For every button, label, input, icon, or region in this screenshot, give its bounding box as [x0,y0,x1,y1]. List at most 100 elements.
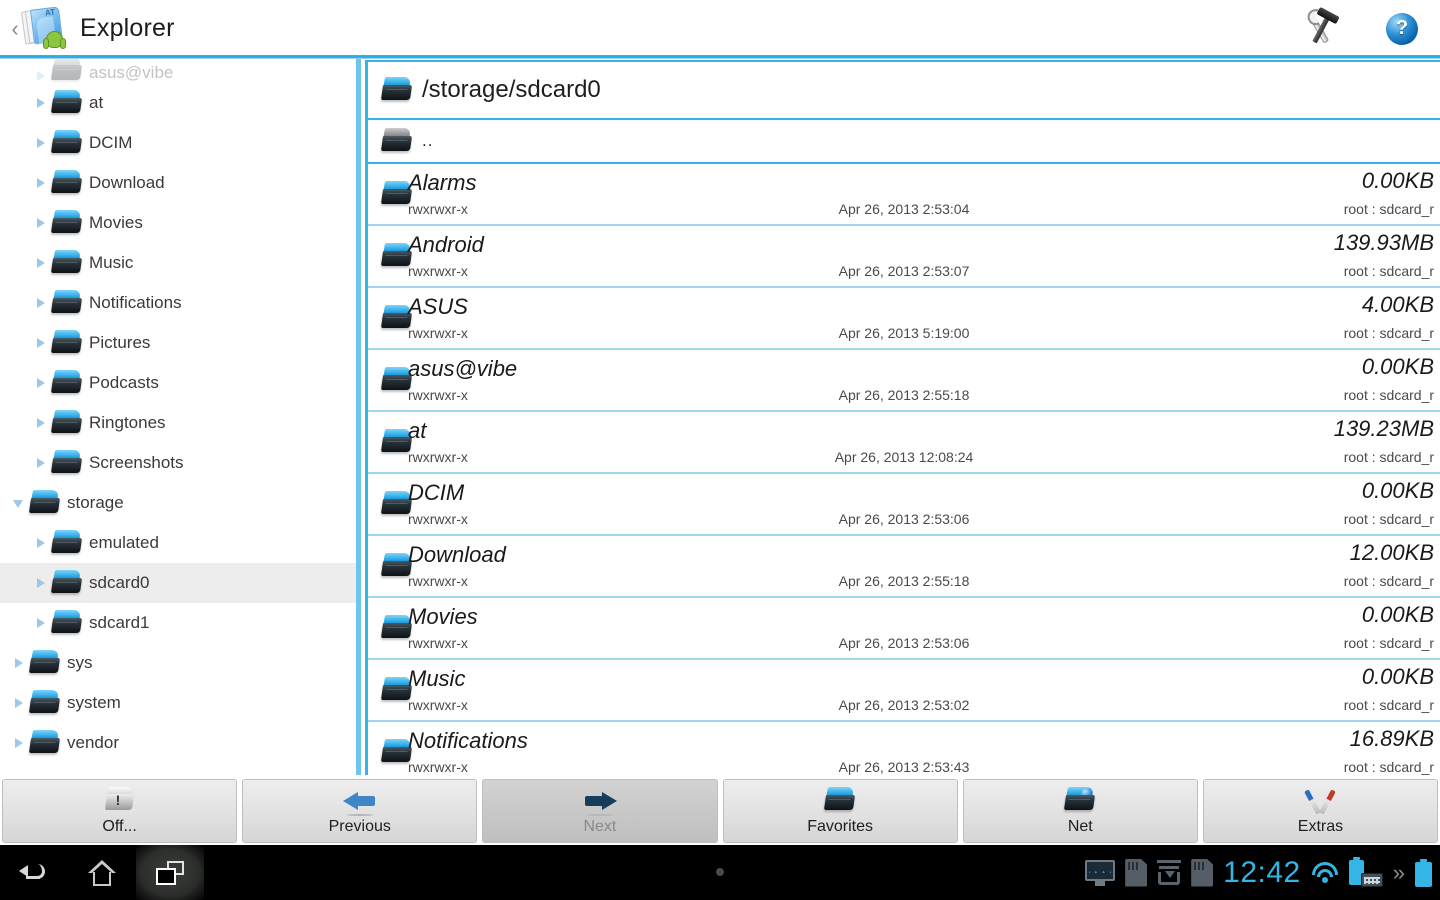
sidebar-item-at[interactable]: at [0,83,356,123]
bottom-toolbar[interactable]: ! Off... Previous Next Favorites Net Extras [0,777,1440,845]
file-row[interactable]: asus@vibe rwxrwxr-x Apr 26, 2013 2:55:18 0.… [368,350,1440,412]
favorites-button[interactable]: Favorites [722,779,958,843]
folder-net-icon [1064,786,1096,816]
tools-icon[interactable] [1300,9,1340,49]
file-row[interactable]: at rwxrwxr-x Apr 26, 2013 12:08:24 139.23MB… [368,412,1440,474]
parent-directory-row[interactable]: .. [368,120,1440,164]
file-name: ASUS [408,294,468,319]
chevron-right-icon[interactable] [34,136,48,150]
file-date: Apr 26, 2013 2:53:06 [838,635,970,651]
toolbar-button-label: Previous [328,818,391,835]
sidebar-item-sdcard0[interactable]: sdcard0 [0,563,356,603]
file-name: DCIM [408,480,465,505]
sidebar-item-label: Pictures [89,333,151,352]
recents-button[interactable] [136,845,204,900]
path-bar[interactable]: /storage/sdcard0 [368,62,1440,120]
sidebar-item-podcasts[interactable]: Podcasts [0,363,356,403]
chevron-right-icon[interactable] [34,616,48,630]
sidebar-item-ringtones[interactable]: Ringtones [0,403,356,443]
file-owner: root : sdcard_r [1343,511,1434,527]
sidebar-item-notifications[interactable]: Notifications [0,283,356,323]
sidebar-item-label: at [89,93,104,112]
file-row[interactable]: ASUS rwxrwxr-x Apr 26, 2013 5:19:00 4.00KB r… [368,288,1440,350]
file-row[interactable]: DCIM rwxrwxr-x Apr 26, 2013 2:53:06 0.00KB r… [368,474,1440,536]
file-owner: root : sdcard_r [1343,573,1434,589]
file-date: Apr 26, 2013 2:53:07 [838,263,970,279]
file-row[interactable]: Android rwxrwxr-x Apr 26, 2013 2:53:07 139.… [368,226,1440,288]
chevron-right-icon[interactable] [34,216,48,230]
folder-icon [28,690,61,716]
sidebar-item-sdcard1[interactable]: sdcard1 [0,603,356,643]
file-row[interactable]: Notifications rwxrwxr-x Apr 26, 2013 2:53:… [368,722,1440,775]
file-size: 0.00KB [1361,602,1434,627]
arrow-right-icon [583,786,617,816]
file-row[interactable]: Movies rwxrwxr-x Apr 26, 2013 2:53:06 0.00K… [368,598,1440,660]
chevron-down-icon[interactable] [12,496,26,510]
sidebar-tree[interactable]: asus@vibe at DCIM Download Movies Music Notifi… [0,59,356,775]
title-bar: ‹ AT Explorer ? [0,0,1440,57]
folder-icon [28,730,61,756]
chevron-right-icon[interactable] [34,336,48,350]
file-name: Alarms [408,170,477,195]
status-clock[interactable]: 12:42 [1223,856,1301,890]
sd-card-icon [1125,858,1148,887]
sidebar-item-vendor[interactable]: vendor [0,723,356,763]
back-button[interactable] [0,845,68,900]
sidebar-scrollbar[interactable] [356,59,361,775]
sidebar-item-label: sys [67,653,93,672]
chevron-right-icon[interactable] [34,376,48,390]
battery-icon [1415,858,1432,887]
android-robot-icon [43,30,66,49]
file-row[interactable]: Music rwxrwxr-x Apr 26, 2013 2:53:02 0.00KB… [368,660,1440,722]
file-rows-container[interactable]: Alarms rwxrwxr-x Apr 26, 2013 2:53:04 0.00K… [368,164,1440,775]
chevron-right-icon[interactable] [12,736,26,750]
previous-button[interactable]: Previous [242,779,478,843]
file-name: Download [408,542,506,567]
chevron-right-icon[interactable] [34,416,48,430]
sidebar-item-storage[interactable]: storage [0,483,356,523]
sidebar-item-label: Download [89,173,165,192]
file-owner: root : sdcard_r [1343,449,1434,465]
sidebar-item-label: emulated [89,533,159,552]
more-icons-chevron[interactable]: » [1393,860,1405,886]
home-button[interactable] [68,845,136,900]
off-icon: ! [104,786,135,816]
chevron-right-icon[interactable] [12,656,26,670]
sidebar-item-label: Screenshots [89,453,184,472]
sidebar-item-download[interactable]: Download [0,163,356,203]
folder-icon [380,77,413,103]
sidebar-item-emulated[interactable]: emulated [0,523,356,563]
back-icon [19,861,49,885]
chevron-right-icon[interactable] [34,256,48,270]
sidebar-item-asus-vibe[interactable]: asus@vibe [0,59,356,83]
chevron-right-icon[interactable] [34,176,48,190]
file-size: 16.89KB [1349,726,1434,751]
chevron-right-icon[interactable] [34,536,48,550]
sidebar-item-screenshots[interactable]: Screenshots [0,443,356,483]
extras-button[interactable]: Extras [1202,779,1439,843]
sidebar-item-pictures[interactable]: Pictures [0,323,356,363]
net-button[interactable]: Net [962,779,1198,843]
status-bar[interactable]: 12:42 » [1085,845,1432,900]
chevron-right-icon[interactable] [12,696,26,710]
sidebar-item-music[interactable]: Music [0,243,356,283]
folder-icon [50,170,83,196]
chevron-right-icon[interactable] [34,456,48,470]
chevron-right-icon[interactable] [34,69,48,83]
file-size: 0.00KB [1361,478,1434,503]
chevron-right-icon[interactable] [34,96,48,110]
file-size: 0.00KB [1361,354,1434,379]
help-icon[interactable]: ? [1382,9,1422,49]
chevron-right-icon[interactable] [34,296,48,310]
sidebar-item-dcim[interactable]: DCIM [0,123,356,163]
sidebar-item-sys[interactable]: sys [0,643,356,683]
file-list-panel[interactable]: /storage/sdcard0 .. Alarms rwxrwxr-x Apr 2… [365,60,1440,775]
download-tray-icon [1157,859,1182,886]
file-row[interactable]: Alarms rwxrwxr-x Apr 26, 2013 2:53:04 0.00K… [368,164,1440,226]
off-button[interactable]: ! Off... [2,779,238,843]
folder-icon [50,250,83,276]
sidebar-item-system[interactable]: system [0,683,356,723]
sidebar-item-movies[interactable]: Movies [0,203,356,243]
file-row[interactable]: Download rwxrwxr-x Apr 26, 2013 2:55:18 12.… [368,536,1440,598]
chevron-right-icon[interactable] [34,576,48,590]
